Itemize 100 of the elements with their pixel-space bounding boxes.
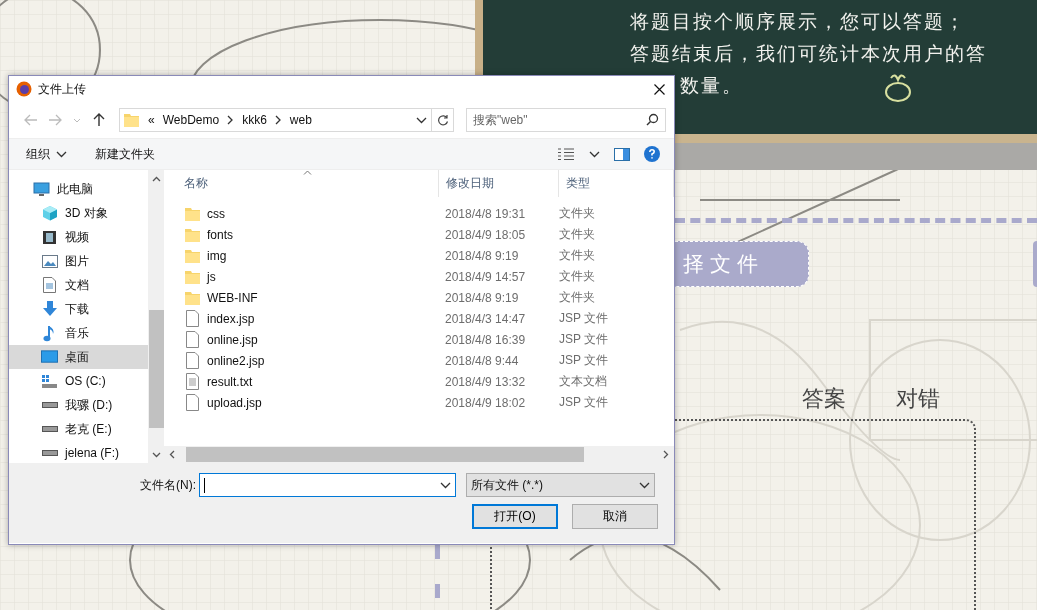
sidebar-item[interactable]: 3D 对象 [9, 201, 148, 225]
column-header[interactable]: 类型 [559, 170, 674, 197]
folder-icon [184, 205, 201, 222]
date-cell-text: 2018/4/9 18:02 [444, 395, 527, 410]
sidebar-item[interactable]: 音乐 [9, 321, 148, 345]
close-icon [653, 83, 665, 95]
address-bar[interactable]: « WebDemo kkk6 web [119, 108, 432, 132]
file-type-dropdown[interactable]: 所有文件 (*.*) [466, 473, 655, 497]
board-text: 将题目按个顺序展示，您可以答题； [630, 10, 966, 34]
filename-field[interactable] [199, 473, 456, 497]
computer-icon [33, 181, 50, 197]
file-icon [186, 331, 199, 348]
image-icon [41, 254, 58, 268]
dropdown-icon[interactable] [639, 481, 650, 489]
date-cell-text: 2018/4/9 18:05 [444, 227, 527, 242]
sidebar-item[interactable]: 下载 [9, 297, 148, 321]
browser-logo-icon [16, 81, 32, 97]
file-item[interactable]: online2.jsp [164, 352, 439, 369]
sidebar-item[interactable]: 视频 [9, 225, 148, 249]
sidebar-item[interactable]: 此电脑 [9, 177, 148, 201]
download-icon [41, 301, 58, 317]
caret-icon[interactable] [56, 150, 67, 158]
answer-heading: 答案 [802, 385, 846, 413]
path-overflow[interactable]: « [148, 113, 155, 127]
toolbar-button[interactable]: 新建文件夹 [95, 145, 155, 163]
drive-icon [41, 426, 58, 432]
cube-icon [41, 205, 58, 221]
type-cell: 文件夹 [559, 289, 595, 306]
dropdown-icon[interactable] [416, 117, 427, 124]
type-cell: 文件夹 [559, 247, 595, 264]
refresh-icon [436, 114, 449, 126]
column-header[interactable]: 名称 [164, 170, 439, 197]
help-icon[interactable] [644, 146, 660, 162]
column-header[interactable]: 修改日期 [439, 170, 559, 197]
date-cell-text: 2018/4/8 19:31 [444, 206, 527, 221]
file-item[interactable]: img [164, 247, 439, 264]
preview-pane-icon[interactable] [614, 147, 630, 161]
file-item[interactable]: upload.jsp [164, 394, 439, 411]
date-cell-text: 2018/4/8 9:19 [444, 248, 520, 263]
scroll-mark [435, 584, 440, 598]
file-item[interactable]: js [164, 268, 439, 285]
cancel-button[interactable]: 取消 [572, 504, 658, 529]
caret-icon[interactable] [589, 150, 600, 158]
type-cell: JSP 文件 [559, 352, 609, 369]
text-file-icon [186, 373, 199, 390]
type-cell: 文本文档 [559, 373, 607, 390]
document-icon [43, 277, 56, 293]
film-icon [42, 229, 57, 245]
type-cell: 文件夹 [559, 268, 595, 285]
file-item[interactable]: index.jsp [164, 310, 439, 327]
breadcrumb[interactable]: WebDemo [162, 113, 220, 127]
scrollbar[interactable] [164, 446, 674, 463]
drive-icon [41, 450, 58, 456]
date-cell-text: 2018/4/9 14:57 [444, 269, 527, 284]
file-item[interactable]: css [164, 205, 439, 222]
date-cell-text: 2018/4/3 14:47 [444, 311, 527, 326]
type-cell: JSP 文件 [559, 331, 609, 348]
scroll-left-icon[interactable] [169, 450, 175, 459]
open-button[interactable]: 打开(O) [472, 504, 558, 529]
date-cell-text: 2018/4/8 9:19 [444, 290, 520, 305]
toolbar-button[interactable]: 组织 [26, 145, 67, 163]
scroll-right-icon[interactable] [663, 450, 669, 459]
type-cell: 文件夹 [559, 226, 595, 243]
music-note-icon [43, 324, 56, 342]
dialog-title: 文件上传 [38, 80, 86, 98]
folder-icon [124, 112, 140, 128]
sidebar-item[interactable]: OS (C:) [9, 369, 148, 393]
date-cell-text: 2018/4/8 9:44 [444, 353, 520, 368]
date-cell-text: 2018/4/8 16:39 [444, 332, 527, 347]
sidebar-item[interactable]: 图片 [9, 249, 148, 273]
file-item[interactable]: online.jsp [164, 331, 439, 348]
search-field[interactable]: 搜索"web" [466, 108, 666, 132]
scroll-mark [435, 545, 440, 559]
type-cell: JSP 文件 [559, 394, 609, 411]
file-item[interactable]: result.txt [164, 373, 439, 390]
file-icon [186, 310, 199, 327]
folder-icon [184, 226, 201, 243]
sort-caret-icon [303, 170, 312, 175]
type-cell: JSP 文件 [559, 310, 609, 327]
view-list-icon[interactable] [557, 148, 575, 160]
sidebar-item[interactable]: 老克 (E:) [9, 417, 148, 441]
scroll-up-icon[interactable] [151, 175, 161, 182]
sidebar-item[interactable]: 桌面 [9, 345, 148, 369]
board-text: 答题结束后，我们可统计本次用户的答 [630, 42, 987, 66]
scrollbar[interactable] [148, 170, 164, 463]
chevron-icon [227, 115, 235, 125]
breadcrumb[interactable]: kkk6 [242, 113, 267, 127]
file-item[interactable]: WEB-INF [164, 289, 439, 306]
type-cell: 文件夹 [559, 205, 595, 222]
sidebar-item[interactable]: 文档 [9, 273, 148, 297]
file-item[interactable]: fonts [164, 226, 439, 243]
date-cell-text: 2018/4/9 13:32 [444, 374, 527, 389]
up-arrow-icon[interactable] [93, 113, 105, 127]
dropdown-icon[interactable] [440, 481, 451, 489]
refresh-button[interactable] [432, 108, 454, 132]
scroll-down-icon[interactable] [151, 451, 161, 458]
breadcrumb[interactable]: web [289, 113, 312, 127]
sidebar-item[interactable]: 我骡 (D:) [9, 393, 148, 417]
sidebar-item[interactable]: jelena (F:) [9, 441, 148, 463]
board-text: 数量。 [680, 74, 743, 98]
